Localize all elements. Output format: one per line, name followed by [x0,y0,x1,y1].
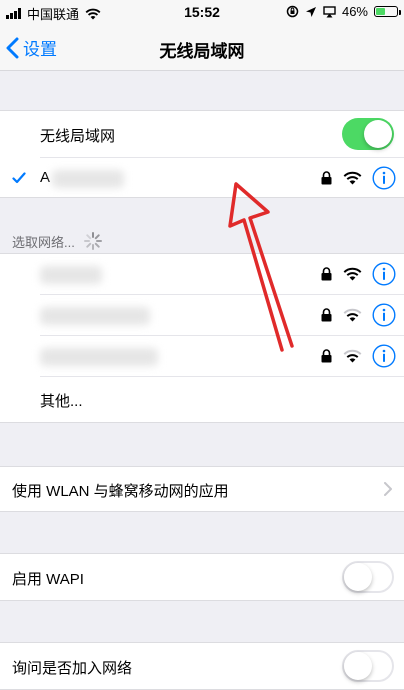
wifi-toggle-row: 无线局域网 [0,114,404,154]
lock-icon [321,171,332,185]
page-title: 无线局域网 [159,42,245,61]
wifi-icon [343,308,362,322]
wapi-toggle-switch[interactable] [342,561,394,593]
wapi-group: 启用 WAPI [0,553,404,601]
blurred-network-name [52,170,124,188]
network-row[interactable] [0,336,404,376]
blurred-network-name [40,348,158,366]
connected-network-row[interactable]: A [0,158,404,198]
wifi-icon [343,349,362,363]
choose-network-label: 选取网络... [12,234,75,250]
ask-join-group: 询问是否加入网络 [0,642,404,690]
row-separator [40,376,404,377]
network-list: 其他... [0,253,404,423]
wifi-group: 无线局域网 A [0,110,404,198]
blurred-network-name [40,307,150,325]
battery-percent: 46% [341,4,368,19]
wlan-apps-row[interactable]: 使用 WLAN 与蜂窝移动网的应用 [0,469,404,509]
chevron-right-icon [384,482,392,496]
other-network-row[interactable]: 其他... [0,379,404,419]
battery-icon [374,6,401,17]
spinner-icon [83,232,102,250]
checkmark-icon [12,172,26,184]
wapi-label: 启用 WAPI [12,571,84,588]
wlan-apps-group: 使用 WLAN 与蜂窝移动网的应用 [0,466,404,512]
airplay-icon [323,5,336,17]
navigation-bar: 设置 无线局域网 [0,26,404,71]
ask-join-toggle-switch[interactable] [342,650,394,682]
wifi-toggle-label: 无线局域网 [40,128,116,145]
wifi-toggle-switch[interactable] [342,118,394,150]
lock-icon [321,349,332,363]
info-icon[interactable] [372,344,396,368]
status-right: 46% [286,4,401,19]
toggle-knob [364,120,392,148]
status-bar: 中国联通 15:52 46% [0,0,404,26]
info-icon[interactable] [372,262,396,286]
wapi-row: 启用 WAPI [0,557,404,597]
location-icon [305,6,316,17]
blurred-network-name [40,266,102,284]
lock-icon [321,267,332,281]
wlan-apps-label: 使用 WLAN 与蜂窝移动网的应用 [12,483,229,500]
connected-network-name: A [40,169,51,186]
network-row[interactable] [0,254,404,294]
ask-join-label: 询问是否加入网络 [12,660,133,677]
toggle-knob [344,563,372,591]
other-network-label: 其他... [40,393,83,410]
choose-network-header: 选取网络... [12,231,103,251]
lock-icon [321,308,332,322]
wifi-icon [343,171,362,185]
network-row[interactable] [0,295,404,335]
info-icon[interactable] [372,166,396,190]
toggle-knob [344,652,372,680]
info-icon[interactable] [372,303,396,327]
rotation-lock-icon [286,5,299,18]
wifi-icon [343,267,362,281]
ask-join-row: 询问是否加入网络 [0,646,404,686]
